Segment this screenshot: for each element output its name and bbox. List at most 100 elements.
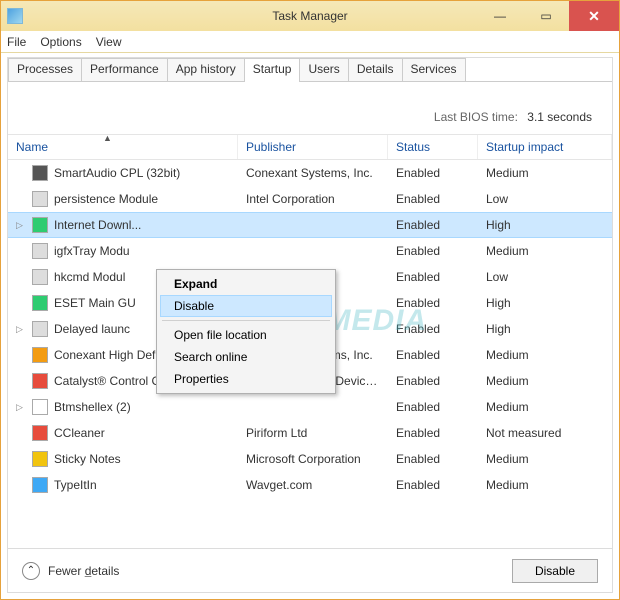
- row-status: Enabled: [388, 426, 478, 440]
- menu-options[interactable]: Options: [40, 35, 81, 49]
- row-publisher: Microsoft Corporation: [238, 452, 388, 466]
- row-impact: High: [478, 218, 612, 232]
- sort-indicator-icon: ▲: [103, 134, 112, 143]
- table-row[interactable]: SmartAudio CPL (32bit) Conexant Systems, …: [8, 160, 612, 186]
- row-impact: Medium: [478, 478, 612, 492]
- close-button[interactable]: ✕: [569, 1, 619, 31]
- row-status: Enabled: [388, 244, 478, 258]
- row-status: Enabled: [388, 452, 478, 466]
- row-impact: Medium: [478, 166, 612, 180]
- col-name[interactable]: Name ▲: [8, 135, 238, 159]
- row-impact: Low: [478, 192, 612, 206]
- app-icon: [32, 321, 48, 337]
- row-name: hkcmd Modul: [54, 270, 125, 284]
- menu-file[interactable]: File: [7, 35, 26, 49]
- table-row[interactable]: ▷ Internet Downl... EnabledHigh: [8, 212, 612, 238]
- grid-header: Name ▲ Publisher Status Startup impact: [8, 134, 612, 160]
- disable-button[interactable]: Disable: [512, 559, 598, 583]
- row-name: persistence Module: [54, 192, 158, 206]
- row-name: SmartAudio CPL (32bit): [54, 166, 180, 180]
- row-name: CCleaner: [54, 426, 105, 440]
- chevron-up-icon: ⌃: [22, 562, 40, 580]
- menu-item-properties[interactable]: Properties: [160, 368, 332, 390]
- app-icon: [32, 477, 48, 493]
- row-status: Enabled: [388, 400, 478, 414]
- row-impact: Low: [478, 270, 612, 284]
- row-status: Enabled: [388, 166, 478, 180]
- maximize-button[interactable]: ▭: [523, 1, 569, 31]
- row-impact: Not measured: [478, 426, 612, 440]
- row-name: Btmshellex (2): [54, 400, 131, 414]
- bios-value: 3.1 seconds: [527, 110, 592, 124]
- table-row[interactable]: igfxTray Modu EnabledMedium: [8, 238, 612, 264]
- row-impact: High: [478, 322, 612, 336]
- tab-performance[interactable]: Performance: [81, 58, 168, 82]
- row-publisher: Wavget.com: [238, 478, 388, 492]
- expand-icon[interactable]: ▷: [16, 402, 26, 413]
- app-icon: [32, 217, 48, 233]
- tab-app-history[interactable]: App history: [167, 58, 245, 82]
- row-status: Enabled: [388, 296, 478, 310]
- tab-details[interactable]: Details: [348, 58, 403, 82]
- menu-separator: [162, 320, 330, 321]
- row-impact: Medium: [478, 374, 612, 388]
- menu-item-open-file-location[interactable]: Open file location: [160, 324, 332, 346]
- app-icon: [7, 8, 23, 24]
- bios-label: Last BIOS time:: [434, 110, 518, 124]
- table-row[interactable]: Sticky Notes Microsoft CorporationEnabled…: [8, 446, 612, 472]
- row-status: Enabled: [388, 192, 478, 206]
- fewer-details-label: Fewer details: [48, 564, 119, 578]
- app-icon: [32, 451, 48, 467]
- fewer-details-toggle[interactable]: ⌃ Fewer details: [22, 562, 119, 580]
- tab-strip: ProcessesPerformanceApp historyStartupUs…: [8, 58, 612, 82]
- minimize-button[interactable]: —: [477, 1, 523, 31]
- app-icon: [32, 399, 48, 415]
- app-icon: [32, 191, 48, 207]
- row-publisher: Piriform Ltd: [238, 426, 388, 440]
- row-status: Enabled: [388, 322, 478, 336]
- row-status: Enabled: [388, 218, 478, 232]
- menu-item-search-online[interactable]: Search online: [160, 346, 332, 368]
- table-row[interactable]: persistence Module Intel CorporationEnabl…: [8, 186, 612, 212]
- row-name: Internet Downl...: [54, 218, 141, 232]
- app-icon: [32, 243, 48, 259]
- expand-icon[interactable]: ▷: [16, 220, 26, 231]
- row-publisher: Intel Corporation: [238, 192, 388, 206]
- menu-item-expand[interactable]: Expand: [160, 273, 332, 295]
- menu-view[interactable]: View: [96, 35, 122, 49]
- row-impact: Medium: [478, 348, 612, 362]
- app-icon: [32, 347, 48, 363]
- tab-startup[interactable]: Startup: [244, 58, 301, 82]
- tab-services[interactable]: Services: [402, 58, 466, 82]
- tab-users[interactable]: Users: [299, 58, 348, 82]
- row-status: Enabled: [388, 478, 478, 492]
- col-publisher[interactable]: Publisher: [238, 135, 388, 159]
- footer: ⌃ Fewer details Disable: [8, 548, 612, 592]
- menu-item-disable[interactable]: Disable: [160, 295, 332, 317]
- title-bar: Task Manager — ▭ ✕: [1, 1, 619, 31]
- table-row[interactable]: TypeItIn Wavget.comEnabledMedium: [8, 472, 612, 498]
- row-impact: High: [478, 296, 612, 310]
- row-status: Enabled: [388, 348, 478, 362]
- row-publisher: Conexant Systems, Inc.: [238, 166, 388, 180]
- col-impact[interactable]: Startup impact: [478, 135, 612, 159]
- row-name: Sticky Notes: [54, 452, 121, 466]
- window-controls: — ▭ ✕: [477, 1, 619, 31]
- tab-processes[interactable]: Processes: [8, 58, 82, 82]
- app-icon: [32, 295, 48, 311]
- col-status[interactable]: Status: [388, 135, 478, 159]
- app-icon: [32, 373, 48, 389]
- app-icon: [32, 269, 48, 285]
- row-status: Enabled: [388, 270, 478, 284]
- row-name: TypeItIn: [54, 478, 97, 492]
- row-name: igfxTray Modu: [54, 244, 130, 258]
- table-row[interactable]: CCleaner Piriform LtdEnabledNot measured: [8, 420, 612, 446]
- table-row[interactable]: ▷Btmshellex (2)EnabledMedium: [8, 394, 612, 420]
- app-icon: [32, 425, 48, 441]
- row-status: Enabled: [388, 374, 478, 388]
- row-name: Delayed launc: [54, 322, 130, 336]
- row-name: ESET Main GU: [54, 296, 136, 310]
- menu-bar: File Options View: [1, 31, 619, 53]
- expand-icon[interactable]: ▷: [16, 324, 26, 335]
- row-impact: Medium: [478, 244, 612, 258]
